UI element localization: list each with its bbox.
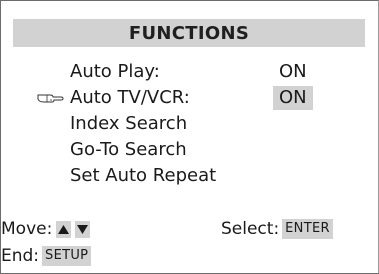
menu-item-index-search[interactable]: Index Search [1, 111, 379, 137]
menu-item-auto-play[interactable]: Auto Play: ON [1, 59, 379, 85]
end-hint: End: SETUP [1, 246, 92, 266]
menu-item-label: Auto Play: [70, 61, 160, 82]
enter-key: ENTER [282, 219, 333, 239]
up-triangle-icon [56, 220, 72, 238]
menu-item-value-selected: ON [273, 86, 313, 110]
pointing-hand-icon [36, 85, 68, 111]
move-label: Move: [1, 219, 53, 239]
menu-item-label: Go-To Search [70, 139, 187, 160]
menu-title-text: FUNCTIONS [128, 22, 250, 44]
setup-key: SETUP [42, 246, 92, 266]
down-triangle-icon [75, 220, 91, 238]
menu-item-label: Auto TV/VCR: [70, 87, 190, 108]
menu-item-go-to-search[interactable]: Go-To Search [1, 137, 379, 163]
menu-title: FUNCTIONS [13, 19, 365, 47]
select-hint: Select: ENTER [221, 219, 333, 239]
move-hint: Move: [1, 219, 91, 239]
menu-item-value: ON [279, 61, 307, 82]
functions-menu-screen: FUNCTIONS Auto Play: ON Auto TV/VCR: ON … [0, 0, 379, 274]
end-label: End: [1, 246, 40, 266]
menu-item-label: Set Auto Repeat [70, 165, 217, 186]
menu-item-label: Index Search [70, 113, 188, 134]
menu-item-auto-tv-vcr[interactable]: Auto TV/VCR: ON [1, 85, 379, 111]
menu-item-set-auto-repeat[interactable]: Set Auto Repeat [1, 163, 379, 189]
select-label: Select: [221, 219, 280, 239]
